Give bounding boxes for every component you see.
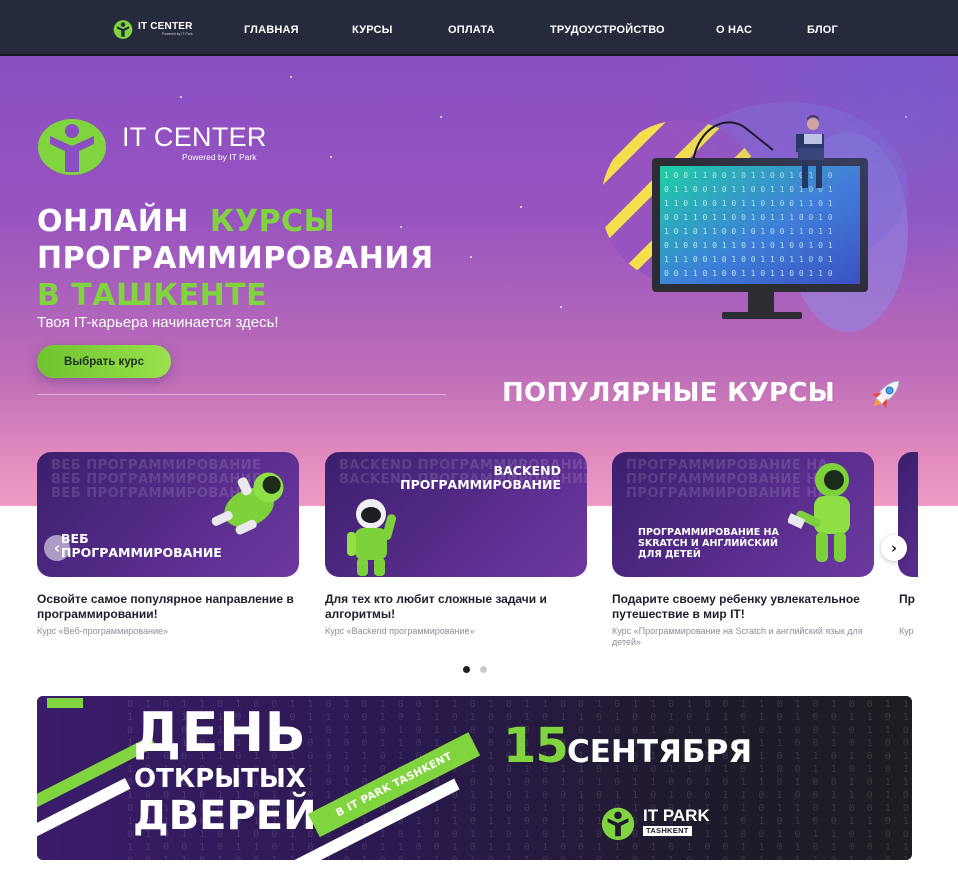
choose-course-button[interactable]: Выбрать курс xyxy=(37,345,171,378)
nav-link-employment[interactable]: ТРУДОУСТРОЙСТВО xyxy=(550,24,665,36)
banner-stripe-decoration xyxy=(47,698,83,708)
star-decoration xyxy=(400,226,402,228)
hero-computer-illustration: 1 0 0 1 1 0 0 1 0 1 1 0 0 1 0 1 1 0 0 1 … xyxy=(601,102,908,332)
it-park-logo-icon xyxy=(601,807,635,841)
svg-text:0 0 1 1 0 1 0 0 1 1 0 1 1 0 0: 0 0 1 1 0 1 0 0 1 1 0 1 1 0 0 1 1 0 xyxy=(664,269,833,278)
card-title-line: ПРОГРАММИРОВАНИЕ xyxy=(61,545,222,561)
rocket-icon xyxy=(871,380,900,409)
hero-title-line-3: В ТАШКЕНТЕ xyxy=(37,278,268,313)
card-title-line: BACKEND xyxy=(493,463,561,478)
star-decoration xyxy=(180,96,182,98)
carousel-dot-active[interactable] xyxy=(463,666,470,673)
carousel-next-button[interactable]: › xyxy=(881,535,907,561)
course-meta-peek: Кур xyxy=(899,626,914,636)
course-card-scratch[interactable]: ПРОГРАММИРОВАНИЕ НА ПРОГРАММИРОВАНИЕ НА … xyxy=(612,452,874,577)
hero-logo-tagline: Powered by IT Park xyxy=(182,152,257,162)
hero-title-online: ОНЛАЙН xyxy=(37,204,189,239)
hero-logo: IT CENTER Powered by IT Park xyxy=(36,114,276,176)
svg-text:0 0 1 1 0 1 1 0 0 1 0 1 1 1 0: 0 0 1 1 0 1 1 0 0 1 0 1 1 1 0 0 1 0 xyxy=(664,213,833,222)
course-description-peek: Пр xyxy=(899,592,915,606)
svg-text:0 1 0 0 1 0 1 1 0 1 1 0 1 0 0: 0 1 0 0 1 0 1 1 0 1 1 0 1 0 0 1 0 1 xyxy=(664,241,833,250)
astronaut-illustration xyxy=(347,499,397,576)
course-description: Подарите своему ребенку увлекательное пу… xyxy=(612,592,860,621)
star-decoration xyxy=(905,116,907,118)
svg-text:0 1 1 0 0 1 0 1 1 0 0 1 1 0 1: 0 1 1 0 0 1 0 1 1 0 0 1 1 0 1 0 0 1 xyxy=(664,185,833,194)
star-decoration xyxy=(290,76,292,78)
nav-link-blog[interactable]: БЛОГ xyxy=(807,24,838,36)
svg-text:1 0 0 1 1 0 0 1 0 1 1 0 0 1 0: 1 0 0 1 1 0 0 1 0 1 1 0 0 1 0 1 1 0 xyxy=(664,171,833,180)
star-decoration xyxy=(560,306,562,308)
popular-courses-heading: ПОПУЛЯРНЫЕ КУРСЫ xyxy=(502,378,836,408)
it-park-logo-sub: TASHKENT xyxy=(643,826,692,836)
hero-divider xyxy=(37,394,446,395)
it-center-logo-icon xyxy=(113,20,133,39)
course-card-backend[interactable]: BACKEND ПРОГРАММИРОВАНИЕ BACKEND ПРОГРАМ… xyxy=(325,452,587,577)
hero-title-line-1: ОНЛАЙН КУРСЫ xyxy=(37,204,335,239)
carousel-dot[interactable] xyxy=(480,666,487,673)
card-title-line: ПРОГРАММИРОВАНИЕ xyxy=(400,477,561,493)
nav-logo[interactable]: IT CENTER Powered by IT Park xyxy=(112,18,193,40)
card-title-line: ДЛЯ ДЕТЕЙ xyxy=(638,548,701,560)
nav-logo-name: IT CENTER xyxy=(138,20,193,32)
course-description: Освойте самое популярное направление в п… xyxy=(37,592,294,621)
course-meta: Курс «Программирование на Scratch и англ… xyxy=(612,626,863,647)
card-title: ВЕБ ПРОГРАММИРОВАНИЕ xyxy=(61,531,222,561)
hero-title-courses: КУРСЫ xyxy=(209,204,336,239)
hero-section: IT CENTER Powered by IT Park ОНЛАЙН КУРС… xyxy=(0,56,958,506)
star-decoration xyxy=(440,116,442,118)
svg-text:1 0 1 0 1 1 0 0 1 0 1 0 0 1 1: 1 0 1 0 1 1 0 0 1 0 1 0 0 1 1 0 1 1 xyxy=(664,227,833,236)
course-meta: Курс «Веб-программирование» xyxy=(37,626,168,636)
banner-title-open: ОТКРЫТЫХ xyxy=(134,764,306,794)
nav-link-about[interactable]: О НАС xyxy=(716,24,752,36)
banner-date-month: СЕНТЯБРЯ xyxy=(567,734,753,770)
it-park-logo-name: IT PARK xyxy=(643,806,710,825)
banner-date-number: 15 xyxy=(503,718,569,774)
hero-subtitle: Твоя IT-карьера начинается здесь! xyxy=(37,314,279,331)
nav-link-payment[interactable]: ОПЛАТА xyxy=(448,24,495,36)
course-card-web[interactable]: ВЕБ ПРОГРАММИРОВАНИЕ ВЕБ ПРОГРАММИРОВАНИ… xyxy=(37,452,299,577)
banner-title-day: ДЕНЬ xyxy=(133,701,307,764)
carousel-prev-button[interactable]: ‹ xyxy=(44,535,70,561)
card-title: BACKEND ПРОГРАММИРОВАНИЕ xyxy=(375,463,561,493)
nav-link-courses[interactable]: КУРСЫ xyxy=(352,24,393,36)
nav-logo-tagline: Powered by IT Park xyxy=(161,31,193,36)
page: IT CENTER Powered by IT Park ГЛАВНАЯ КУР… xyxy=(0,0,958,894)
it-park-logo: IT PARK TASHKENT xyxy=(599,804,710,844)
star-decoration xyxy=(330,156,332,158)
svg-text:1 1 1 0 0 1 0 1 0 0 1 1 0 1 1: 1 1 1 0 0 1 0 1 0 0 1 1 0 1 1 0 0 1 xyxy=(664,255,833,264)
nav-link-home[interactable]: ГЛАВНАЯ xyxy=(244,24,299,36)
hero-logo-name: IT CENTER xyxy=(122,122,267,152)
card-title: ПРОГРАММИРОВАНИЕ НА SKRATCH И АНГЛИЙСКИЙ… xyxy=(638,527,779,561)
top-navbar: IT CENTER Powered by IT Park ГЛАВНАЯ КУР… xyxy=(0,0,958,56)
open-day-banner[interactable]: 0 1 0 1 1 0 1 0 0 1 1 0 1 0 1 0 0 1 1 0 … xyxy=(37,696,912,860)
svg-text:1 1 0 1 0 0 1 0 1 1 0 1 0 0 1: 1 1 0 1 0 0 1 0 1 1 0 1 0 0 1 1 0 1 xyxy=(664,199,833,208)
star-decoration xyxy=(520,206,522,208)
it-center-logo-icon xyxy=(38,119,106,175)
star-decoration xyxy=(470,256,472,258)
course-description: Для тех кто любит сложные задачи и алгор… xyxy=(325,592,547,621)
hero-title-line-2: ПРОГРАММИРОВАНИЯ xyxy=(37,241,434,276)
card-title-line: ВЕБ xyxy=(61,531,89,546)
banner-title-doors: ДВЕРЕЙ xyxy=(133,793,317,839)
course-meta: Курс «Backend программирование» xyxy=(325,626,475,636)
astronaut-illustration xyxy=(788,463,850,562)
